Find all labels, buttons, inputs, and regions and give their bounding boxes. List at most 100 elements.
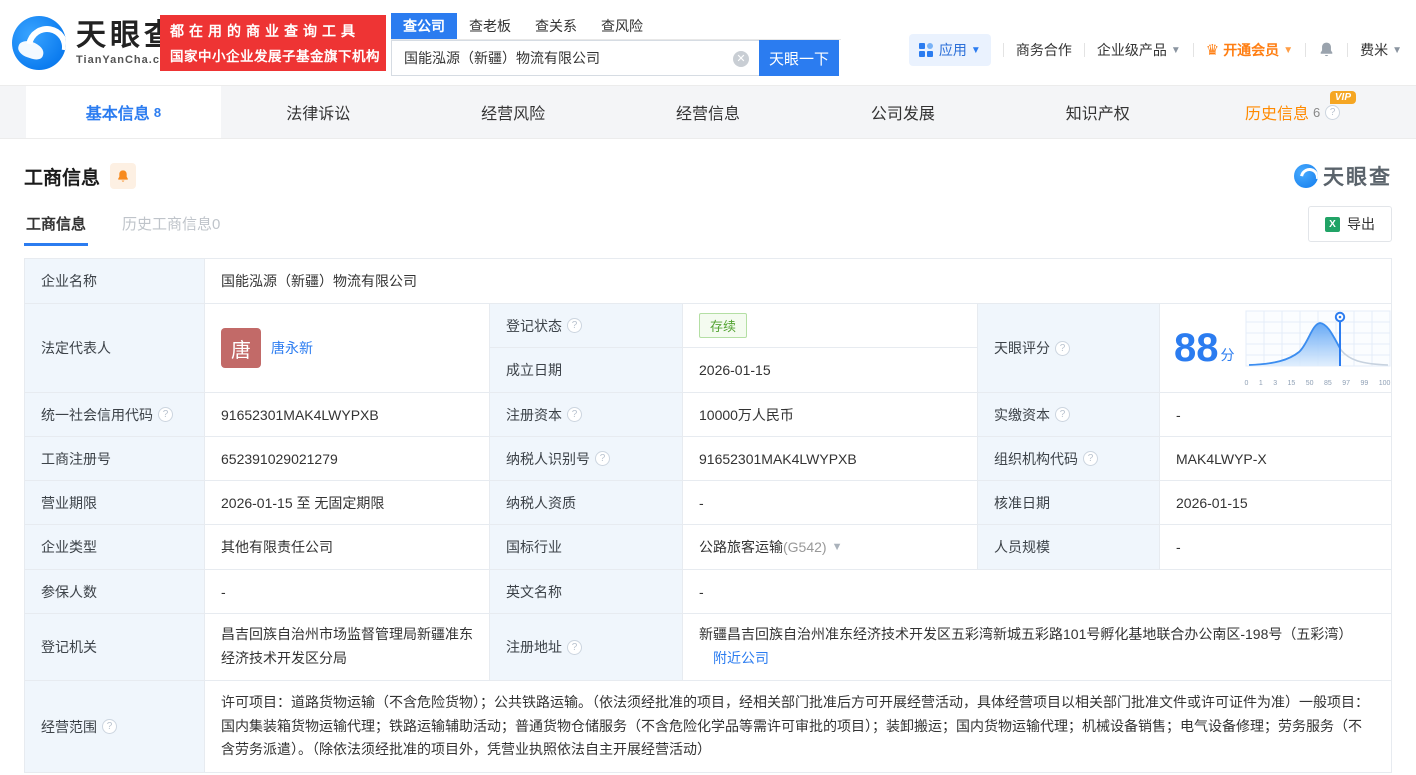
- search-tab-risk[interactable]: 查风险: [589, 13, 655, 39]
- tianyancha-logo-icon: [12, 16, 66, 70]
- field-value-business-scope: 许可项目：道路货物运输（不含危险货物）；公共铁路运输。（依法须经批准的项目，经相…: [205, 681, 1392, 773]
- subtab-history-business-info[interactable]: 历史工商信息0: [120, 205, 222, 246]
- tab-operating-info[interactable]: 经营信息: [611, 86, 806, 138]
- legal-rep-link[interactable]: 唐永新: [271, 338, 313, 358]
- field-label-taxpayer-id: 纳税人识别号?: [490, 437, 683, 481]
- slogan-line1: 都在用的商业查询工具: [170, 23, 360, 39]
- chevron-down-icon: ▼: [1392, 44, 1402, 56]
- legal-rep-avatar: 唐: [221, 328, 261, 368]
- field-label-paid-capital: 实缴资本?: [978, 393, 1160, 437]
- tab-legal-proceedings[interactable]: 法律诉讼: [221, 86, 416, 138]
- help-icon[interactable]: ?: [1325, 104, 1341, 120]
- field-value-paid-capital: -: [1160, 393, 1392, 437]
- field-value-credit-code: 91652301MAK4LWYPXB: [205, 393, 490, 437]
- search-tab-relation[interactable]: 查关系: [523, 13, 589, 39]
- subtab-business-info[interactable]: 工商信息: [24, 205, 89, 246]
- main-content: 工商信息 天眼查 工商信息 历史工商信息0 X 导出 企业名称 国能泓源（新疆）…: [0, 161, 1416, 773]
- slogan-banner: 都在用的商业查询工具 国家中小企业发展子基金旗下机构: [160, 15, 386, 71]
- field-value-registered-address: 新疆昌吉回族自治州准东经济技术开发区五彩湾新城五彩路101号孵化基地联合办公南区…: [683, 614, 1392, 681]
- field-value-org-code: MAK4LWYP-X: [1160, 437, 1392, 481]
- field-value-english-name: -: [683, 570, 1392, 614]
- username-label: 费米: [1360, 42, 1389, 58]
- help-icon[interactable]: ?: [595, 451, 610, 466]
- score-number: 88: [1174, 326, 1219, 370]
- help-icon[interactable]: ?: [567, 318, 582, 333]
- field-label-registration-authority: 登记机关: [25, 614, 205, 681]
- apps-label: 应用: [938, 42, 967, 58]
- help-icon[interactable]: ?: [1055, 407, 1070, 422]
- nav-cooperation[interactable]: 商务合作: [1016, 40, 1072, 60]
- field-value-legal-representative: 唐 唐永新: [205, 304, 490, 393]
- search-button[interactable]: 天眼一下: [759, 40, 839, 76]
- score-distribution-chart: 0 1 3 15 50 85 97 99 100: [1245, 310, 1391, 387]
- tab-company-development[interactable]: 公司发展: [805, 86, 1000, 138]
- tab-history-info[interactable]: VIP 历史信息 6 ?: [1195, 86, 1390, 138]
- field-label-registration-number: 工商注册号: [25, 437, 205, 481]
- crown-icon: ♛: [1205, 42, 1220, 59]
- tianyancha-logo[interactable]: 天眼查 TianYanCha.com: [12, 16, 178, 70]
- score-unit: 分: [1220, 347, 1235, 363]
- tab-basic-info[interactable]: 基本信息 8: [26, 86, 221, 138]
- industry-name: 公路旅客运输: [699, 539, 783, 555]
- chevron-down-icon: ▼: [1170, 44, 1181, 56]
- field-label-business-scope: 经营范围?: [25, 681, 205, 773]
- industry-code: (G542): [783, 539, 827, 555]
- help-icon[interactable]: ?: [158, 407, 173, 422]
- field-label-approval-date: 核准日期: [978, 481, 1160, 525]
- field-value-tianyan-score: 88 分 0 1 3 15 50 85 97 99 100: [1160, 304, 1392, 393]
- field-label-business-term: 营业期限: [25, 481, 205, 525]
- open-vip-link[interactable]: ♛ 开通会员 ▼: [1206, 40, 1293, 60]
- tab-operating-risk[interactable]: 经营风险: [416, 86, 611, 138]
- field-value-registration-number: 652391029021279: [205, 437, 490, 481]
- field-label-staff-size: 人员规模: [978, 525, 1160, 570]
- nav-enterprise-products[interactable]: 企业级产品 ▼: [1097, 40, 1181, 60]
- export-button-label: 导出: [1347, 216, 1375, 232]
- score-chart-axis-labels: 0 1 3 15 50 85 97 99 100: [1244, 379, 1391, 387]
- company-tab-bar: 基本信息 8 法律诉讼 经营风险 经营信息 公司发展 知识产权 VIP 历史信息…: [0, 86, 1416, 139]
- tab-history-info-count: 6: [1312, 104, 1321, 120]
- field-label-registered-address: 注册地址?: [490, 614, 683, 681]
- section-title: 工商信息: [24, 167, 101, 189]
- notifications-bell-icon[interactable]: [1318, 41, 1335, 59]
- divider: [1002, 43, 1004, 57]
- vip-badge: VIP: [1329, 91, 1357, 104]
- search-tabs: 查公司 查老板 查关系 查风险: [391, 13, 841, 40]
- tab-basic-info-count: 8: [153, 104, 162, 120]
- field-value-taxpayer-id: 91652301MAK4LWYPXB: [683, 437, 978, 481]
- nearby-companies-link[interactable]: 附近公司: [713, 650, 769, 666]
- field-label-taxpayer-qualification: 纳税人资质: [490, 481, 683, 525]
- field-value-approval-date: 2026-01-15: [1160, 481, 1392, 525]
- field-label-english-name: 英文名称: [490, 570, 683, 614]
- nav-enterprise-label: 企业级产品: [1096, 42, 1167, 58]
- field-value-company-type: 其他有限责任公司: [205, 525, 490, 570]
- excel-icon: X: [1325, 216, 1340, 232]
- field-label-registration-status: 登记状态?: [490, 304, 683, 348]
- chevron-down-icon[interactable]: ▼: [832, 541, 843, 553]
- tab-intellectual-property[interactable]: 知识产权: [1000, 86, 1195, 138]
- help-icon[interactable]: ?: [1083, 451, 1098, 466]
- field-label-company-type: 企业类型: [25, 525, 205, 570]
- business-info-table: 企业名称 国能泓源（新疆）物流有限公司 法定代表人 唐 唐永新 登记状态? 存续…: [24, 258, 1392, 773]
- field-value-company-name: 国能泓源（新疆）物流有限公司: [205, 259, 1392, 304]
- help-icon[interactable]: ?: [1055, 340, 1070, 356]
- field-value-registered-capital: 10000万人民币: [683, 393, 978, 437]
- user-menu[interactable]: 费米 ▼: [1360, 40, 1402, 60]
- field-label-company-name: 企业名称: [25, 259, 205, 304]
- field-label-legal-representative: 法定代表人: [25, 304, 205, 393]
- chevron-down-icon: ▼: [1283, 44, 1294, 56]
- tianyancha-watermark-text: 天眼查: [1323, 166, 1392, 189]
- search-input[interactable]: [392, 41, 759, 75]
- clear-search-icon[interactable]: ✕: [733, 51, 749, 67]
- help-icon[interactable]: ?: [567, 639, 582, 655]
- apps-menu[interactable]: 应用 ▼: [908, 34, 991, 66]
- export-button[interactable]: X 导出: [1308, 206, 1392, 242]
- help-icon[interactable]: ?: [102, 719, 117, 734]
- search-tab-boss[interactable]: 查老板: [457, 13, 523, 39]
- header-nav: 应用 ▼ 商务合作 企业级产品 ▼ ♛ 开通会员 ▼ 费米 ▼: [908, 34, 1402, 66]
- help-icon[interactable]: ?: [567, 407, 582, 422]
- monitor-bell-icon[interactable]: [110, 163, 137, 189]
- apps-grid-icon: [918, 43, 933, 57]
- search-area: 查公司 查老板 查关系 查风险 ✕ 天眼一下: [391, 13, 841, 76]
- search-tab-company[interactable]: 查公司: [391, 13, 457, 39]
- field-label-tianyan-score: 天眼评分?: [978, 304, 1160, 393]
